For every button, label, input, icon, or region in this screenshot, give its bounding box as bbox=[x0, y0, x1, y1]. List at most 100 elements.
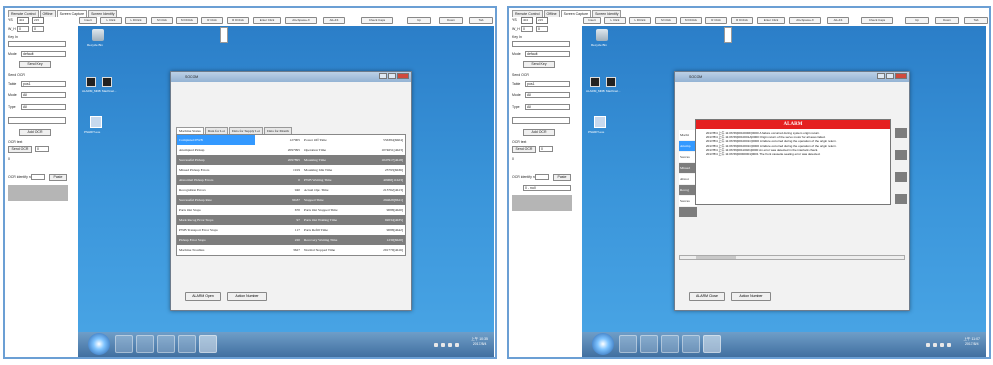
tab-machine-status[interactable]: Machine Status bbox=[176, 127, 204, 134]
file-icon[interactable] bbox=[724, 27, 732, 43]
minimize-icon[interactable] bbox=[379, 73, 387, 79]
minimize-icon[interactable] bbox=[877, 73, 885, 79]
app-icon[interactable] bbox=[178, 335, 196, 353]
ys-input[interactable]: 404 bbox=[17, 17, 29, 24]
media-player-icon[interactable] bbox=[157, 335, 175, 353]
horizontal-scrollbar[interactable] bbox=[679, 255, 905, 260]
alt-space-x-button[interactable]: Alt+Space+X bbox=[285, 17, 317, 24]
file-icon[interactable] bbox=[220, 27, 228, 43]
ys-input[interactable]: 404 bbox=[521, 17, 533, 24]
alt-f4-button[interactable]: Alt+F4 bbox=[827, 17, 849, 24]
clock[interactable]: 上午 11:07 2017/8/4 bbox=[964, 337, 980, 347]
network-icon[interactable] bbox=[933, 343, 937, 347]
r-dclick-button[interactable]: R DClick bbox=[227, 17, 249, 24]
key-in-input[interactable] bbox=[8, 41, 66, 47]
alarm-close-button[interactable]: ALARM Close bbox=[689, 292, 725, 301]
start-orb-icon[interactable] bbox=[592, 333, 614, 355]
tab-screen-capture[interactable]: Screen Capture bbox=[56, 10, 88, 17]
send-key-button[interactable]: Send Key bbox=[523, 61, 555, 68]
send-ocr-button[interactable]: Send OCR bbox=[8, 146, 32, 153]
add-ocr-button[interactable]: Add OCR bbox=[19, 129, 51, 136]
tab-data-for-lot[interactable]: Data for Lot bbox=[204, 127, 228, 134]
explorer-icon[interactable] bbox=[640, 335, 658, 353]
l-dclick-button[interactable]: L DClick bbox=[125, 17, 147, 24]
tab-key-button[interactable]: Tab bbox=[469, 17, 493, 24]
start-orb-icon[interactable] bbox=[88, 333, 110, 355]
table-row[interactable]: Pickup Error Stops 220 Recovery Waiting Ti… bbox=[177, 235, 405, 245]
r-click-button[interactable]: R Click bbox=[201, 17, 223, 24]
up-button[interactable]: Up bbox=[905, 17, 929, 24]
ie-icon[interactable] bbox=[619, 335, 637, 353]
machine-icon[interactable] bbox=[102, 77, 112, 87]
m-click-button[interactable]: M Click bbox=[151, 17, 173, 24]
enter-click-button[interactable]: Enter Click bbox=[757, 17, 785, 24]
tab-data-for-supply-lot[interactable]: Data for Supply Lot bbox=[229, 127, 264, 134]
volume-icon[interactable] bbox=[940, 343, 944, 347]
check-caps-button[interactable]: Check Caps bbox=[361, 17, 393, 24]
r-click-button[interactable]: R Click bbox=[705, 17, 727, 24]
table-row[interactable]: Successful Pickup Rate 99.87 Stopped Time 2… bbox=[177, 195, 405, 205]
socom-taskbar-icon[interactable] bbox=[703, 335, 721, 353]
table-row[interactable]: Attempted Pickup 2097995 Operation Time 107… bbox=[177, 145, 405, 155]
type-select[interactable]: All bbox=[525, 104, 570, 110]
type-select[interactable]: All bbox=[21, 104, 66, 110]
network-icon[interactable] bbox=[441, 343, 445, 347]
paste-button[interactable]: Paste bbox=[553, 174, 571, 181]
machine-icon[interactable] bbox=[606, 77, 616, 87]
send-ocr-input[interactable]: 0 bbox=[539, 146, 553, 152]
table-row[interactable]: Missed Pickup Errors 1919 Mounting Idle Ti… bbox=[177, 165, 405, 175]
tab-screen-identify[interactable]: Screen Identify bbox=[88, 10, 118, 17]
table-row[interactable]: Successful Pickup 2097895 Mounting Time 104… bbox=[177, 155, 405, 165]
clock[interactable]: 上午 10:35 2017/8/4 bbox=[471, 337, 488, 347]
table-row[interactable]: Recognition Errors 940 Actual Opr. Time 213… bbox=[177, 185, 405, 195]
table-row[interactable]: Mark Recog Error Stops 97 Parts Out Waitin… bbox=[177, 215, 405, 225]
h-input[interactable]: 0 bbox=[32, 26, 44, 32]
h-input[interactable]: 0 bbox=[536, 26, 548, 32]
action-number-button[interactable]: Action Number bbox=[227, 292, 267, 301]
insert-button[interactable]: Insert bbox=[583, 17, 601, 24]
explorer-icon[interactable] bbox=[136, 335, 154, 353]
tab-screen-identify[interactable]: Screen Identify bbox=[592, 10, 622, 17]
l-dclick-button[interactable]: L DClick bbox=[629, 17, 651, 24]
tab-key-button[interactable]: Tab bbox=[964, 17, 988, 24]
table-select[interactable]: pos1 bbox=[21, 81, 66, 87]
add-ocr-button[interactable]: Add OCR bbox=[523, 129, 555, 136]
tab-offline[interactable]: Offline bbox=[543, 10, 560, 17]
mode-select[interactable]: default bbox=[525, 51, 570, 57]
recycle-bin-icon[interactable] bbox=[92, 29, 104, 41]
m-dclick-button[interactable]: M DClick bbox=[680, 17, 702, 24]
l-click-button[interactable]: L Click bbox=[604, 17, 626, 24]
tab-offline[interactable]: Offline bbox=[39, 10, 56, 17]
recycle-bin-icon[interactable] bbox=[596, 29, 608, 41]
send-ocr-button[interactable]: Send OCR bbox=[512, 146, 536, 153]
media-player-icon[interactable] bbox=[661, 335, 679, 353]
send-key-button[interactable]: Send Key bbox=[19, 61, 51, 68]
paste-button[interactable]: Paste bbox=[49, 174, 67, 181]
pshrit-icon[interactable] bbox=[594, 116, 606, 128]
table-row[interactable]: Completed PWB 127905 Power Off Time 556384[… bbox=[177, 135, 405, 145]
m-dclick-button[interactable]: M DClick bbox=[176, 17, 198, 24]
maximize-icon[interactable] bbox=[886, 73, 894, 79]
tab-remote-control[interactable]: Remote Control bbox=[512, 10, 543, 17]
insert-button[interactable]: Insert bbox=[79, 17, 97, 24]
tab-screen-capture[interactable]: Screen Capture bbox=[560, 10, 592, 17]
check-caps-button[interactable]: Check Caps bbox=[861, 17, 893, 24]
m-click-button[interactable]: M Click bbox=[655, 17, 677, 24]
maximize-icon[interactable] bbox=[388, 73, 396, 79]
table-row[interactable]: Parts Out Stops 670 Parts Out Stopped Time… bbox=[177, 205, 405, 215]
w-input[interactable]: 0 bbox=[17, 26, 29, 32]
ie-icon[interactable] bbox=[115, 335, 133, 353]
alt-f4-button[interactable]: Alt+F4 bbox=[323, 17, 345, 24]
alarm-open-button[interactable]: ALARM Open bbox=[185, 292, 221, 301]
flag-icon[interactable] bbox=[947, 343, 951, 347]
app-icon[interactable] bbox=[682, 335, 700, 353]
volume-icon[interactable] bbox=[448, 343, 452, 347]
tray-icon[interactable] bbox=[926, 343, 930, 347]
scrollbar-thumb[interactable] bbox=[696, 256, 736, 259]
tab-remote-control[interactable]: Remote Control bbox=[8, 10, 39, 17]
socom-taskbar-icon[interactable] bbox=[199, 335, 217, 353]
ocr-identify-input[interactable] bbox=[31, 174, 45, 180]
enter-click-button[interactable]: Enter Click bbox=[253, 17, 281, 24]
tab-data-for-month[interactable]: Data for Month bbox=[264, 127, 292, 134]
send-ocr-input[interactable]: 0 bbox=[35, 146, 49, 152]
